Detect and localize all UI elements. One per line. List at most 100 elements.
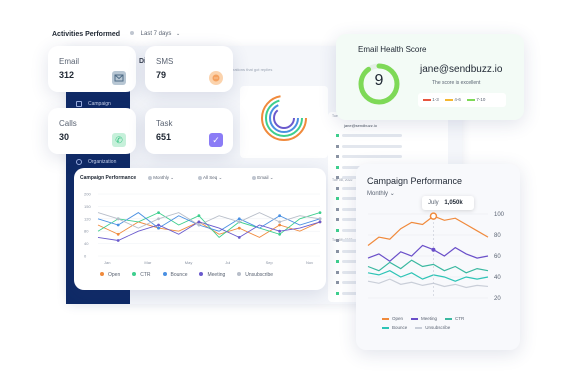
series-line-bounce [367,270,489,282]
legend-item[interactable]: Unsubscribe [415,323,450,332]
stat-label: Task [156,119,173,128]
stat-value: 79 [156,70,167,80]
activity-dot-icon [336,197,339,200]
series-line-open [367,215,489,246]
legend-item[interactable]: Open [100,272,120,278]
activity-dot-icon [336,186,339,190]
campaign-performance-card: Campaign Performance Monthly ⌄ All Seq ⌄… [74,168,326,290]
data-point [197,223,201,227]
data-point [157,211,160,214]
data-point [318,211,322,214]
campaign-title: Campaign Performance [80,175,137,181]
activity-row [336,144,402,148]
y-tick-label: 150 [84,204,91,209]
y-tick-label: 40 [84,241,89,246]
stat-card-email[interactable]: Email 312 [48,46,136,92]
donut-chart [261,95,307,141]
y-tick-label: 20 [494,296,501,302]
chart-legend: Open Meeting CTR Bounce Unsubscribe [382,314,492,332]
legend-item[interactable]: Open [382,314,403,323]
activity-dot-icon [336,207,339,211]
stat-card-calls[interactable]: Calls 30 ✆ [48,108,136,154]
legend-label: Bounce [170,272,188,278]
data-point [197,214,201,218]
legend-item[interactable]: Bounce [162,272,188,278]
sidebar-item-organization[interactable]: Organization [70,156,128,168]
series-line-unsubscribe [367,278,489,289]
legend-dot-icon [162,272,167,276]
activity-row [336,155,402,158]
activity-dot-icon [336,260,339,263]
legend-line-icon [382,318,389,320]
background-subtitle: rations that got replies [233,67,273,72]
data-point [116,232,120,236]
data-point [237,236,241,239]
highlight-point[interactable] [429,212,438,220]
dot-icon [252,175,256,180]
legend-dot-icon [100,272,104,276]
donut-card [240,86,328,158]
email-health-card: Email Health Score 9 jane@sendbuzz.io Th… [336,34,524,120]
campaign-performance-detail-card: Campaign Performance Monthly ⌄ July 1,05… [356,164,520,350]
data-point [278,232,282,236]
legend-label: CTR [455,316,465,321]
data-point [157,226,160,230]
highlight-point[interactable] [431,247,436,252]
data-point [278,214,282,218]
activity-dot-icon [336,134,339,137]
filter-monthly[interactable]: Monthly ⌄ [148,175,174,181]
stat-card-sms[interactable]: SMS 79 [145,46,233,92]
data-point [116,223,120,227]
legend-label: Bounce [392,325,408,330]
activity-row [336,134,402,137]
dot-icon [148,175,152,180]
email-health-title: Email Health Score [358,45,427,54]
legend-item[interactable]: CTR [445,314,464,323]
period-dropdown[interactable]: Monthly ⌄ [367,190,395,197]
stat-value: 30 [59,132,70,142]
legend-dot-icon [237,272,242,276]
y-tick-label: 80 [84,229,89,234]
data-point [278,220,282,224]
legend-line-icon [382,327,389,329]
chat-bubble-icon [209,71,223,85]
data-point [318,217,322,221]
legend-dot-icon [199,272,204,276]
y-tick-label: 80 [494,233,501,239]
period-selector[interactable]: Last 7 days ⌄ [130,31,180,37]
stat-card-task[interactable]: Task 651 ✓ [145,108,233,154]
page-title: Activities Performed [52,31,121,38]
filter-sequence[interactable]: All Seq ⌄ [198,175,222,181]
filter-channel[interactable]: Email ⌄ [252,175,274,181]
activity-email: jane@sendbuzz.io [344,123,377,128]
stat-label: SMS [156,57,174,66]
legend-item[interactable]: Meeting [411,314,437,323]
series-line-ctr [367,259,489,274]
stat-label: Email [59,57,80,66]
legend-line-icon [415,327,423,329]
legend-swatch [467,98,476,101]
chevron-down-icon: ⌄ [389,191,395,197]
series-line-open [97,221,321,238]
stat-label: Calls [59,119,77,128]
activity-dot-icon [336,249,339,253]
activity-dot-icon [336,155,339,158]
health-status: The score is excellent [432,80,481,86]
y-tick-label: 120 [84,216,91,221]
legend-item[interactable]: Meeting [199,272,225,278]
legend-item[interactable]: CTR [132,272,151,278]
legend-item[interactable]: Unsubscribe [237,272,273,278]
x-tick-label: Sep [266,260,274,265]
legend-item[interactable]: Bounce [382,323,407,332]
campaign-line-chart: 200 150 120 80 40 0 Jan Mar May Jul Sep Nov [84,192,322,265]
health-legend: 1-3 4-6 7-10 [418,93,506,107]
x-tick-label: May [185,260,193,265]
checkbox-icon: ✓ [209,133,223,147]
envelope-icon [112,71,126,85]
y-tick-label: 200 [84,192,91,197]
activity-dot-icon [336,176,339,179]
legend-swatch [445,98,454,101]
legend-label: Unsubscribe [425,325,451,330]
data-point [318,220,322,224]
activity-dot-icon [336,144,339,148]
